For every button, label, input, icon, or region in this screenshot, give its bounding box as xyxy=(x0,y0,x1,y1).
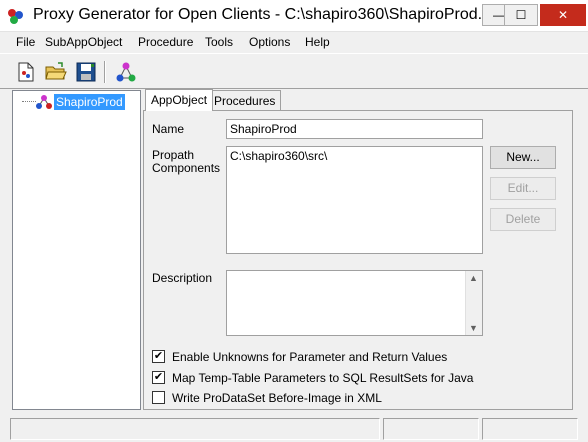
write-prodataset-label: Write ProDataSet Before-Image in XML xyxy=(172,391,382,405)
name-field[interactable]: ShapiroProd xyxy=(226,119,483,139)
status-bar xyxy=(0,416,588,442)
menu-help[interactable]: Help xyxy=(305,35,330,49)
maximize-button[interactable]: ☐ xyxy=(504,4,538,26)
propath-list[interactable]: C:\shapiro360\src\ xyxy=(226,146,483,254)
status-pane-3 xyxy=(482,418,578,440)
status-pane-main xyxy=(10,418,380,440)
save-icon[interactable] xyxy=(74,60,98,84)
tree-node-shapiroprod[interactable]: ShapiroProd xyxy=(54,94,125,110)
menu-procedure[interactable]: Procedure xyxy=(138,35,193,49)
appobject-icon[interactable] xyxy=(114,60,138,84)
open-folder-icon[interactable] xyxy=(44,60,68,84)
new-file-icon[interactable] xyxy=(14,60,38,84)
description-textarea[interactable]: ▲ ▼ xyxy=(226,270,483,336)
appobject-tree[interactable]: ShapiroProd xyxy=(12,90,141,410)
toolbar xyxy=(0,53,588,89)
components-label: Components xyxy=(152,161,221,175)
tab-appobject[interactable]: AppObject xyxy=(145,89,214,111)
scroll-down-icon[interactable]: ▼ xyxy=(469,323,478,333)
tab-procedures[interactable]: Procedures xyxy=(208,90,282,110)
name-label: Name xyxy=(152,122,185,136)
description-scrollbar[interactable]: ▲ ▼ xyxy=(465,271,482,335)
delete-propath-button[interactable]: Delete xyxy=(490,208,556,231)
title-bar[interactable]: Proxy Generator for Open Clients - C:\sh… xyxy=(0,0,588,32)
appobject-node-icon xyxy=(36,95,52,109)
menu-options[interactable]: Options xyxy=(249,35,290,49)
scroll-up-icon[interactable]: ▲ xyxy=(469,273,478,283)
map-temp-table-label: Map Temp-Table Parameters to SQL ResultS… xyxy=(172,371,474,385)
propath-label: Propath xyxy=(152,148,195,162)
proxy-generator-app-icon xyxy=(8,9,23,24)
new-propath-button[interactable]: New... xyxy=(490,146,556,169)
window-title: Proxy Generator for Open Clients - C:\sh… xyxy=(33,6,516,23)
close-button[interactable]: ✕ xyxy=(540,4,586,26)
tree-connector xyxy=(22,101,36,102)
write-prodataset-checkbox[interactable] xyxy=(152,391,165,404)
description-label: Description xyxy=(152,271,213,285)
enable-unknowns-label: Enable Unknowns for Parameter and Return… xyxy=(172,350,448,364)
toolbar-separator xyxy=(104,61,106,83)
enable-unknowns-checkbox[interactable]: ✔ xyxy=(152,350,165,363)
menu-tools[interactable]: Tools xyxy=(205,35,233,49)
menu-bar: File SubAppObject Procedure Tools Option… xyxy=(0,32,588,52)
edit-propath-button[interactable]: Edit... xyxy=(490,177,556,200)
status-pane-2 xyxy=(383,418,479,440)
menu-file[interactable]: File xyxy=(16,35,35,49)
map-temp-table-checkbox[interactable]: ✔ xyxy=(152,371,165,384)
menu-subappobject[interactable]: SubAppObject xyxy=(45,35,122,49)
